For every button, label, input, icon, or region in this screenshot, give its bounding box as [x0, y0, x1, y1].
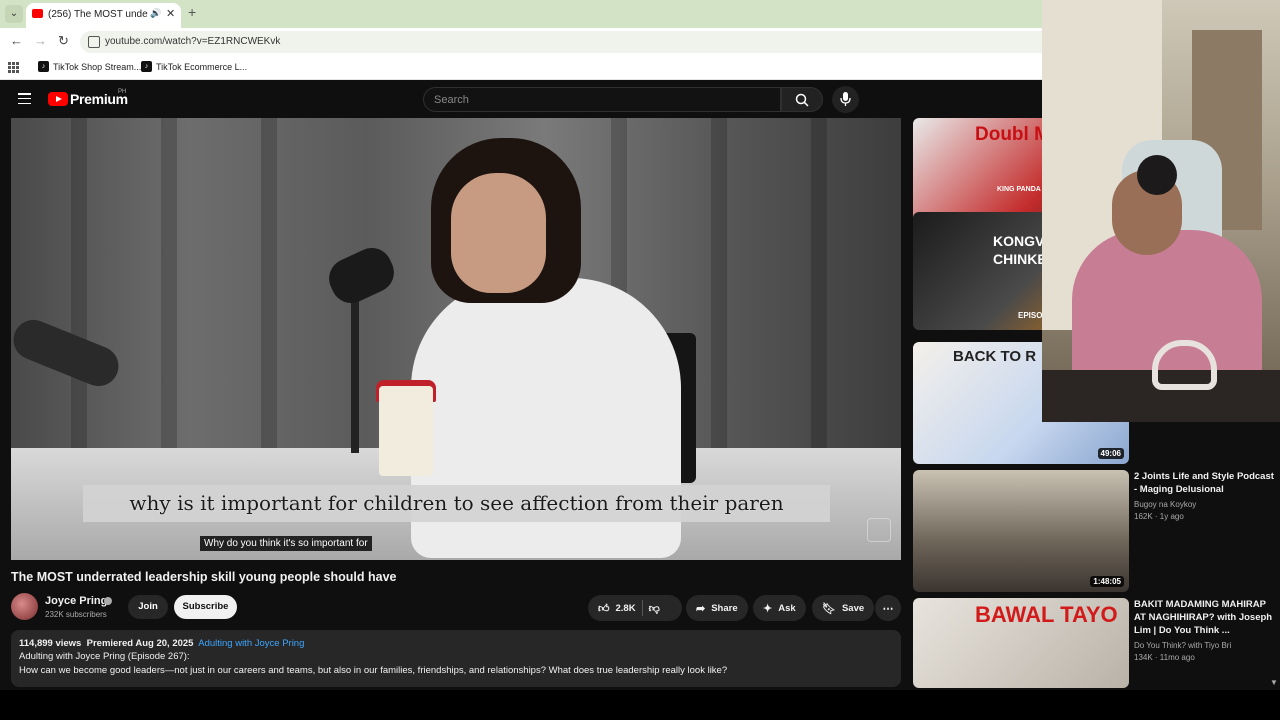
new-tab-icon[interactable]: +: [188, 4, 196, 20]
curtain-fold: [71, 118, 87, 448]
headset-shape: [1152, 340, 1217, 390]
bookmark-label: TikTok Shop Stream...: [53, 61, 142, 72]
premiere-date: Premiered Aug 20, 2025: [86, 638, 194, 649]
recommended-channel[interactable]: Do You Think? with Tiyo Bri: [1134, 641, 1274, 650]
video-duration: 1:48:05: [1090, 576, 1124, 587]
back-icon[interactable]: ←: [10, 33, 23, 48]
recommended-meta: 134K · 11mo ago: [1134, 653, 1195, 662]
streamer-hair: [1137, 155, 1177, 195]
tab-search-icon[interactable]: ⌄: [5, 5, 23, 23]
youtube-logo-icon[interactable]: [48, 92, 68, 106]
curtain-fold: [161, 118, 177, 448]
bookmark-icon: 🔖︎: [822, 602, 836, 615]
more-horizontal-icon: ⋯: [882, 602, 894, 615]
share-button[interactable]: ➦ Share: [686, 595, 748, 621]
tiktok-icon: ♪: [38, 61, 49, 72]
site-info-icon[interactable]: [88, 36, 100, 48]
verified-icon: [104, 597, 112, 605]
youtube-header: Premium PH Search: [0, 80, 1042, 118]
series-tag[interactable]: Adulting with Joyce Pring: [198, 638, 304, 649]
browser-toolbar: ← → ↻ youtube.com/watch?v=EZ1RNCWEKvk: [0, 28, 1042, 56]
search-placeholder: Search: [434, 94, 469, 106]
channel-avatar[interactable]: [11, 593, 38, 620]
divider: [641, 600, 643, 616]
forward-icon[interactable]: →: [34, 33, 47, 48]
thumbnail-subtext: KING PANDA: [997, 186, 1041, 193]
browser-tab[interactable]: (256) The MOST underrated 🔊 ✕: [26, 3, 181, 28]
curtain-fold: [261, 118, 277, 448]
mic-stand: [351, 293, 359, 453]
thumbnail-text: BAWAL TAYO: [975, 602, 1118, 627]
video-player[interactable]: why is it important for children to see …: [11, 118, 901, 560]
video-title: The MOST underrated leadership skill you…: [11, 570, 397, 584]
curtain-fold: [811, 118, 827, 448]
recommended-info[interactable]: 2 Joints Life and Style Podcast - Maging…: [1134, 470, 1274, 521]
apps-grid-icon[interactable]: [8, 62, 19, 73]
url-text: youtube.com/watch?v=EZ1RNCWEKvk: [105, 36, 281, 47]
microphone-icon: [840, 92, 851, 106]
recommended-title[interactable]: BAKIT MADAMING MAHIRAP AT NAGHIHIRAP? wi…: [1134, 598, 1274, 637]
description-box[interactable]: 114,899 views Premiered Aug 20, 2025 Adu…: [11, 630, 901, 687]
join-button[interactable]: Join: [128, 595, 168, 619]
burned-in-caption: why is it important for children to see …: [83, 485, 830, 522]
description-line: Adulting with Joyce Pring (Episode 267):: [19, 651, 190, 663]
curtain-fold: [711, 118, 727, 448]
share-icon: ➦: [696, 602, 706, 615]
bookmarks-bar: ♪ TikTok Shop Stream... ♪ TikTok Ecommer…: [0, 56, 1042, 80]
coffee-cup: [379, 386, 433, 476]
tiktok-icon: ♪: [141, 61, 152, 72]
menu-icon[interactable]: [18, 93, 31, 105]
search-button[interactable]: [781, 87, 823, 112]
share-label: Share: [711, 602, 738, 614]
close-tab-icon[interactable]: ✕: [166, 7, 175, 20]
search-input[interactable]: Search: [423, 87, 781, 112]
thumbnail-text: BACK TO R: [953, 348, 1037, 365]
recommended-thumbnail[interactable]: 1:48:05: [913, 470, 1129, 592]
video-duration: 49:06: [1097, 448, 1124, 459]
ask-button[interactable]: ✦ Ask: [753, 595, 806, 621]
search-icon: [795, 93, 809, 107]
subscriber-count: 232K subscribers: [45, 610, 107, 619]
like-dislike-group: 👍︎ 2.8K 👎︎: [588, 595, 682, 621]
description-meta: 114,899 views Premiered Aug 20, 2025 Adu…: [19, 637, 893, 650]
subscribe-button[interactable]: Subscribe: [174, 595, 237, 619]
channel-name[interactable]: Joyce Pring: [45, 595, 107, 607]
thumbs-down-icon[interactable]: 👎︎: [649, 602, 660, 615]
microphone-shape: [322, 241, 401, 310]
thumbs-up-icon[interactable]: 👍︎: [598, 602, 610, 615]
recommended-channel[interactable]: Bugoy na Koykoy: [1134, 500, 1274, 509]
scroll-down-icon[interactable]: ▼: [1270, 678, 1278, 687]
voice-search-button[interactable]: [832, 86, 859, 113]
recommended-info[interactable]: BAKIT MADAMING MAHIRAP AT NAGHIHIRAP? wi…: [1134, 598, 1274, 662]
ask-label: Ask: [778, 602, 796, 614]
recommended-title[interactable]: 2 Joints Life and Style Podcast - Maging…: [1134, 470, 1274, 496]
browser-tab-strip: ⌄ (256) The MOST underrated 🔊 ✕ +: [0, 0, 1042, 28]
recommended-thumbnail[interactable]: BAWAL TAYO: [913, 598, 1129, 688]
save-button[interactable]: 🔖︎ Save: [812, 595, 875, 621]
host-face: [451, 173, 546, 293]
audio-playing-icon[interactable]: 🔊: [150, 8, 161, 19]
sparkle-icon: ✦: [763, 602, 773, 615]
save-label: Save: [841, 602, 865, 614]
recommended-meta: 162K · 1y ago: [1134, 512, 1184, 521]
reload-icon[interactable]: ↻: [58, 33, 69, 49]
youtube-favicon-icon: [32, 9, 43, 18]
address-bar[interactable]: youtube.com/watch?v=EZ1RNCWEKvk: [80, 31, 1042, 53]
bottom-black-bar: [0, 690, 1280, 720]
tab-title: (256) The MOST underrated: [48, 9, 148, 20]
channel-watermark-icon[interactable]: [867, 518, 891, 542]
bookmark-label: TikTok Ecommerce L...: [156, 61, 248, 72]
bookmark-item[interactable]: ♪ TikTok Ecommerce L...: [141, 61, 247, 72]
region-code: PH: [118, 89, 127, 95]
microphone-shape: [11, 313, 125, 393]
bookmark-item[interactable]: ♪ TikTok Shop Stream...: [38, 61, 141, 72]
more-actions-button[interactable]: ⋯: [875, 595, 901, 621]
view-count: 114,899 views: [19, 638, 82, 649]
closed-caption: Why do you think it's so important for: [200, 536, 372, 551]
description-line: How can we become good leaders—not just …: [19, 664, 728, 676]
webcam-overlay: [1042, 0, 1280, 422]
like-count[interactable]: 2.8K: [616, 603, 636, 614]
